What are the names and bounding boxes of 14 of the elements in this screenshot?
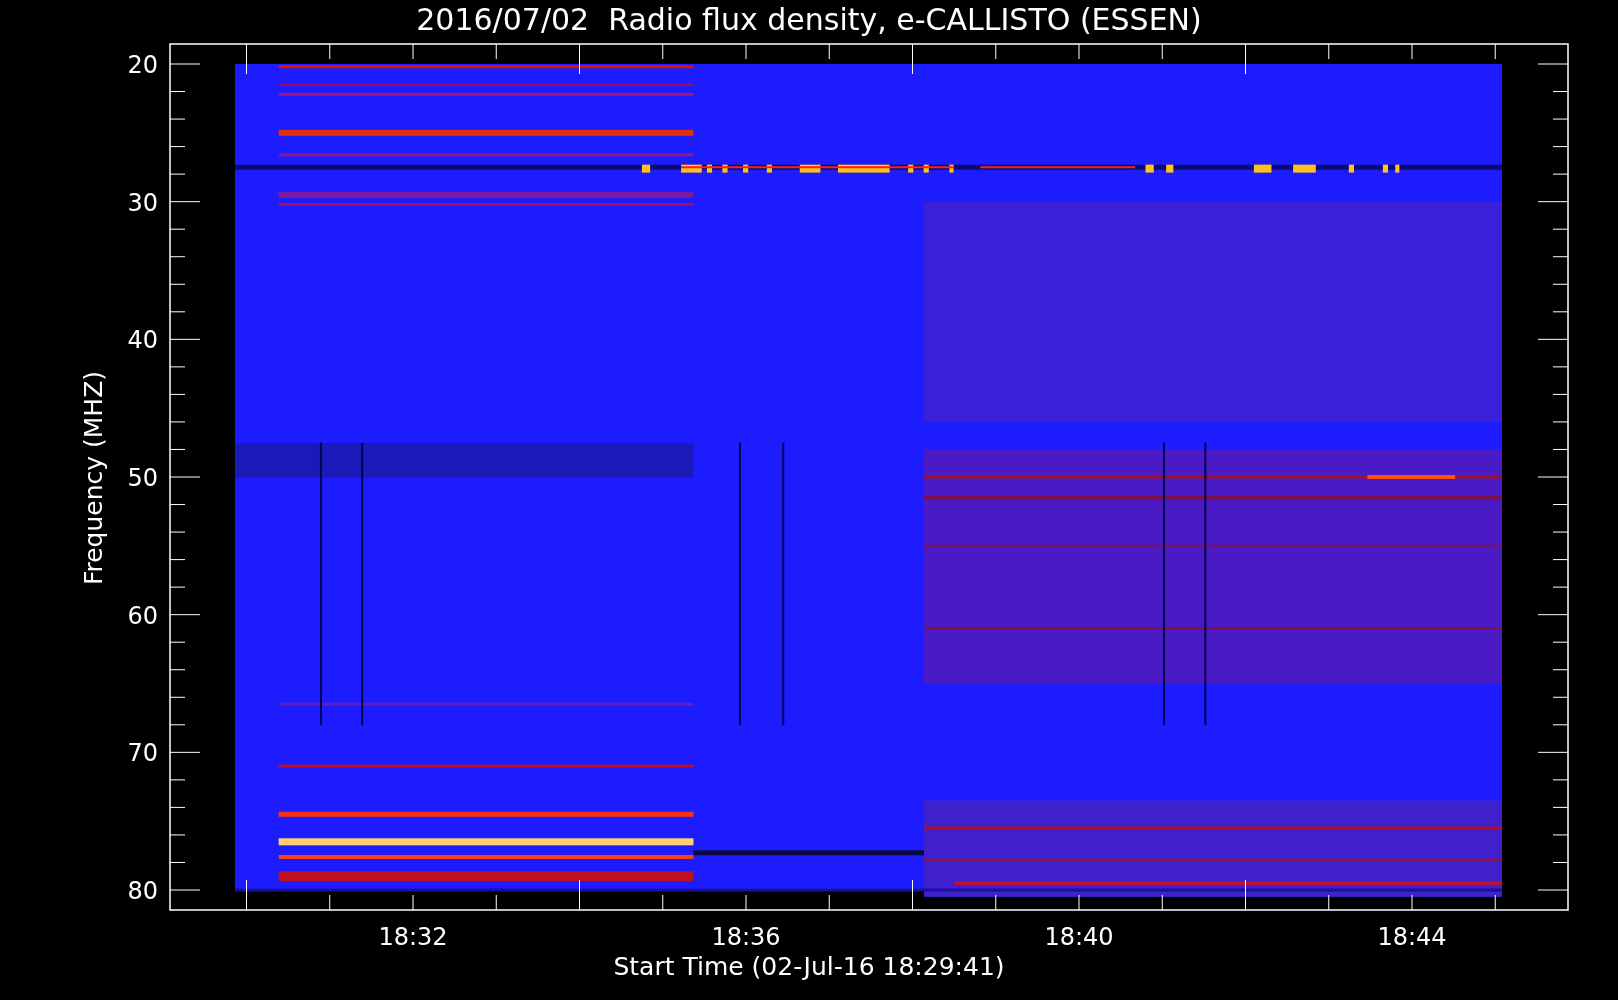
y-axis-label: Frequency (MHZ) — [79, 370, 108, 586]
y-tick-label: 40 — [127, 326, 158, 355]
y-tick-label: 50 — [127, 464, 158, 492]
y-tick-label: 20 — [127, 51, 158, 79]
x-tick-label: 18:32 — [378, 923, 448, 951]
y-tick-label: 60 — [127, 601, 158, 630]
x-axis-label: Start Time (02-Jul-16 18:29:41) — [613, 952, 1005, 981]
x-tick-label: 18:36 — [711, 923, 781, 951]
x-tick-label: 18:40 — [1044, 923, 1114, 951]
x-tick-label: 18:44 — [1377, 923, 1447, 951]
y-tick-label: 70 — [127, 739, 158, 768]
y-tick-label: 30 — [127, 188, 158, 217]
chart-title: 2016/07/02 Radio flux density, e-CALLISTO (ESSEN) — [416, 2, 1202, 37]
y-tick-label: 80 — [127, 877, 158, 905]
